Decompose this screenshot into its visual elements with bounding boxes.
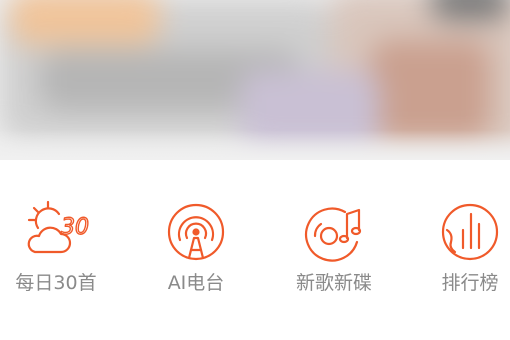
quick-nav: 30 每日30首 AI电台 新歌新碟 排行榜 — [0, 200, 510, 310]
daily-badge: 30 — [61, 215, 89, 240]
vinyl-music-note-icon — [304, 207, 362, 262]
quick-nav-ranking[interactable]: 排行榜 — [420, 200, 510, 300]
quick-nav-label: 排行榜 — [441, 272, 499, 294]
chart-ranking-icon — [441, 203, 499, 261]
quick-nav-ai-radio[interactable]: AI电台 — [146, 200, 246, 300]
banner-fade — [0, 130, 510, 160]
daily-sun-cloud-icon: 30 — [27, 200, 90, 254]
quick-nav-label: 每日30首 — [15, 272, 97, 294]
banner-carousel[interactable] — [0, 0, 510, 160]
quick-nav-label: AI电台 — [167, 272, 225, 294]
quick-nav-daily[interactable]: 30 每日30首 — [6, 200, 106, 300]
quick-nav-new-songs[interactable]: 新歌新碟 — [284, 200, 384, 300]
page: 30 每日30首 AI电台 新歌新碟 排行榜 — [0, 0, 510, 340]
radio-broadcast-icon — [167, 203, 225, 261]
quick-nav-label: 新歌新碟 — [295, 272, 372, 294]
